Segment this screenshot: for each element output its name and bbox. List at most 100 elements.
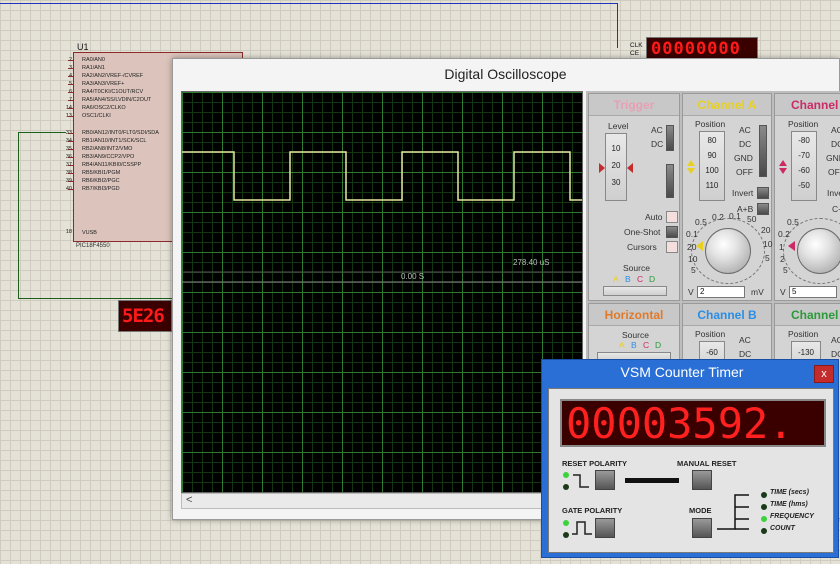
dial-tick: 0.2: [712, 212, 724, 222]
dial-tick: 20: [687, 242, 697, 252]
position-tick: 80: [707, 136, 717, 145]
dial-tick: 20: [761, 225, 771, 235]
counter-display: 00003592.: [560, 399, 826, 447]
ce-label: CE: [630, 50, 640, 57]
channel-a-coupling-switch[interactable]: [759, 125, 767, 177]
h-source-c[interactable]: C: [643, 340, 649, 350]
channel-c-ac[interactable]: AC: [831, 125, 840, 135]
position-tick: -50: [798, 181, 810, 190]
channel-d-ac[interactable]: AC: [831, 335, 840, 345]
dial-tick: 10: [688, 254, 698, 264]
channel-c-volts-knob[interactable]: [797, 228, 840, 274]
pin-label: RB2/AN8/INT2/VMO: [82, 146, 133, 152]
manual-reset-label: MANUAL RESET: [677, 459, 737, 468]
channel-a-ac[interactable]: AC: [739, 125, 751, 135]
channel-a-aplusb-button[interactable]: [757, 203, 769, 215]
h-source-d[interactable]: D: [655, 340, 661, 350]
counter-timer-body: 00003592. RESET POLARITY MANUAL RESET GA…: [548, 388, 834, 553]
source-c[interactable]: C: [637, 274, 643, 284]
counter-timer-window[interactable]: VSM Counter Timer x 00003592. RESET POLA…: [541, 359, 839, 558]
scroll-left-arrow[interactable]: <: [186, 494, 192, 506]
time-marker-label: 278.40 uS: [513, 258, 550, 267]
gate-polarity-label: GATE POLARITY: [562, 506, 623, 515]
pin-stub: [68, 92, 74, 93]
manual-reset-button[interactable]: [692, 470, 712, 490]
one-shot-button[interactable]: [666, 226, 678, 238]
pin-stub: [68, 68, 74, 69]
pin-stub: [68, 157, 74, 158]
h-source-a[interactable]: A: [619, 340, 625, 350]
channel-d-position-label: Position: [788, 329, 819, 339]
pin-stub: [68, 165, 74, 166]
channel-c-dc[interactable]: DC: [831, 139, 840, 149]
channel-a-gnd[interactable]: GND: [734, 153, 753, 163]
channel-c-knob-pointer: [788, 241, 795, 251]
coupling-switch[interactable]: [666, 125, 674, 151]
pulse-icon: [572, 521, 592, 535]
channel-a-invert-button[interactable]: [757, 187, 769, 199]
source-b[interactable]: B: [625, 274, 631, 284]
auto-button[interactable]: [666, 211, 678, 223]
gate-polarity-led-high: [563, 520, 569, 526]
pin-label: RB1/AN10/INT1/SCK/SCL: [82, 138, 147, 144]
pin-number: 18: [65, 229, 72, 235]
channel-b-dc[interactable]: DC: [739, 349, 751, 359]
channel-c-off[interactable]: OFF: [828, 167, 840, 177]
channel-a-volts-input[interactable]: 2: [697, 286, 745, 298]
pin-label: RB0/AN12/INT0/FLT0/SDI/SDA: [82, 130, 159, 136]
pin-label: RA5/AN4/SS/LVDIN/C2OUT: [82, 97, 152, 103]
dial-tick: 0.5: [787, 217, 799, 227]
channel-c-volts-input[interactable]: 5: [789, 286, 837, 298]
cursors-button[interactable]: [666, 241, 678, 253]
clk-label: CLK: [630, 42, 643, 49]
coupling-ac[interactable]: AC: [651, 125, 663, 135]
scope-screen[interactable]: 278.40 uS 0.00 S: [181, 91, 583, 493]
channel-d-dc[interactable]: DC: [831, 349, 840, 359]
source-a[interactable]: A: [613, 274, 619, 284]
dial-tick: 5: [691, 265, 696, 275]
level-slider[interactable]: 10 20 30: [605, 133, 627, 201]
chip-name: U1: [77, 42, 89, 52]
channel-a-volts-knob[interactable]: [705, 228, 751, 274]
channel-c-position-label: Position: [788, 119, 819, 129]
channel-a-mv-label: mV: [751, 287, 764, 297]
trigger-source-slider[interactable]: [603, 286, 667, 296]
gate-polarity-button[interactable]: [595, 518, 615, 538]
dial-tick: 2: [780, 254, 785, 264]
scope-graticule: [182, 92, 582, 492]
channel-c-invert-label: Inve: [827, 188, 840, 198]
channel-c-position-slider[interactable]: -80 -70 -60 -50: [791, 131, 817, 201]
channel-c-down-arrow[interactable]: [779, 168, 787, 174]
close-button[interactable]: x: [814, 365, 834, 383]
screen-scrollbar[interactable]: <: [181, 493, 583, 509]
channel-c-up-arrow[interactable]: [779, 160, 787, 166]
channel-a-down-arrow[interactable]: [687, 168, 695, 174]
edge-switch[interactable]: [666, 164, 674, 198]
pin-stub: [68, 149, 74, 150]
channel-a-off[interactable]: OFF: [736, 167, 753, 177]
h-source-b[interactable]: B: [631, 340, 637, 350]
channel-a-position-slider[interactable]: 80 90 100 110: [699, 131, 725, 201]
one-shot-label: One-Shot: [624, 227, 661, 237]
coupling-dc[interactable]: DC: [651, 139, 663, 149]
oscilloscope-title: Digital Oscilloscope: [444, 66, 567, 82]
pin-stub: [68, 76, 74, 77]
pin-label: RA6/OSC2/CLKO: [82, 105, 126, 111]
mode-connector: [717, 494, 749, 530]
source-d[interactable]: D: [649, 274, 655, 284]
trigger-source-label: Source: [623, 263, 650, 273]
trigger-section: Trigger Level 10 20 30 AC DC Auto One-Sh…: [588, 93, 680, 301]
reset-bar: [625, 478, 679, 483]
channel-c-gnd[interactable]: GND: [826, 153, 840, 163]
pin-stub: [68, 181, 74, 182]
channel-b-title: Channel B: [683, 304, 771, 326]
channel-b-position-label: Position: [695, 329, 726, 339]
horizontal-source-label: Source: [622, 330, 649, 340]
channel-a-dc[interactable]: DC: [739, 139, 751, 149]
channel-a-up-arrow[interactable]: [687, 160, 695, 166]
mode-button[interactable]: [692, 518, 712, 538]
channel-b-ac[interactable]: AC: [739, 335, 751, 345]
dial-tick: 0.2: [778, 229, 790, 239]
reset-polarity-button[interactable]: [595, 470, 615, 490]
pin-stub: [68, 60, 74, 61]
